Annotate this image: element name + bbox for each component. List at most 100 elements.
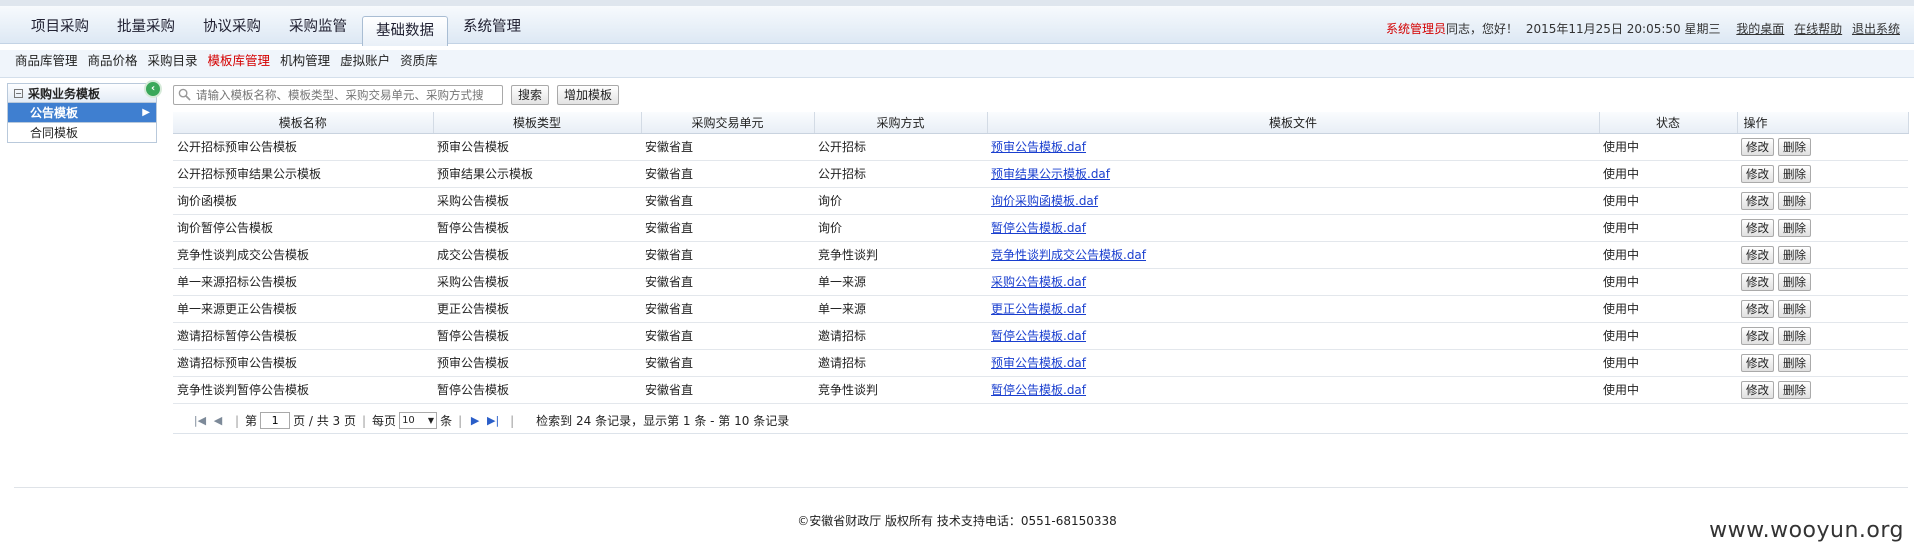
footer-copyright: ©安徽省财政厅 版权所有 技术支持电话：0551-68150338 xyxy=(797,514,1117,528)
cell-template-file: 暂停公告模板.daf xyxy=(987,214,1599,242)
per-page-suffix: 条 xyxy=(440,414,453,428)
table-row: 单一来源招标公告模板 采购公告模板 安徽省直 单一来源 采购公告模板.daf 使用中 修改删… xyxy=(173,268,1908,296)
cell-trading-unit: 安徽省直 xyxy=(641,295,814,323)
edit-button[interactable]: 修改 xyxy=(1741,137,1774,156)
sidebar-item-notice-template[interactable]: 公告模板 ▶ xyxy=(7,103,157,123)
cell-template-name: 公开招标预审公告模板 xyxy=(173,133,433,161)
cell-purchase-method: 邀请招标 xyxy=(814,322,987,350)
template-file-link[interactable]: 暂停公告模板.daf xyxy=(991,383,1086,397)
cell-template-file: 预审公告模板.daf xyxy=(987,349,1599,377)
cell-status: 使用中 xyxy=(1599,376,1737,404)
edit-button[interactable]: 修改 xyxy=(1741,245,1774,264)
edit-button[interactable]: 修改 xyxy=(1741,272,1774,291)
cell-template-type: 预审结果公示模板 xyxy=(433,160,641,188)
template-file-link[interactable]: 询价采购函模板.daf xyxy=(991,194,1098,208)
main-nav-system-management[interactable]: 系统管理 xyxy=(450,12,534,44)
edit-button[interactable]: 修改 xyxy=(1741,326,1774,345)
my-desktop-link[interactable]: 我的桌面 xyxy=(1736,22,1784,36)
template-file-link[interactable]: 预审结果公示模板.daf xyxy=(991,167,1110,181)
table-row: 竞争性谈判成交公告模板 成交公告模板 安徽省直 竞争性谈判 竞争性谈判成交公告模板.da… xyxy=(173,241,1908,269)
template-file-link[interactable]: 暂停公告模板.daf xyxy=(991,221,1086,235)
main-nav-project-purchase[interactable]: 项目采购 xyxy=(18,12,102,44)
sub-nav-product-price[interactable]: 商品价格 xyxy=(83,50,143,77)
template-file-link[interactable]: 更正公告模板.daf xyxy=(991,302,1086,316)
cell-template-file: 暂停公告模板.daf xyxy=(987,322,1599,350)
delete-button[interactable]: 删除 xyxy=(1778,299,1811,318)
user-greeting: 同志，您好！ xyxy=(1446,22,1519,36)
search-input[interactable] xyxy=(173,85,503,105)
cell-status: 使用中 xyxy=(1599,295,1737,323)
page-suffix: 页 / 共 3 页 xyxy=(293,414,356,428)
template-file-link[interactable]: 竞争性谈判成交公告模板.daf xyxy=(991,248,1146,262)
add-template-button[interactable]: 增加模板 xyxy=(557,85,620,105)
pager-separator: | xyxy=(235,413,240,428)
sub-nav-organization[interactable]: 机构管理 xyxy=(275,50,335,77)
column-header-template-file[interactable]: 模板文件 xyxy=(987,112,1600,134)
cell-template-type: 预审公告模板 xyxy=(433,133,641,161)
table-row: 询价暂停公告模板 暂停公告模板 安徽省直 询价 暂停公告模板.daf 使用中 修改 删除 xyxy=(173,214,1908,242)
next-page-icon[interactable]: ▶ xyxy=(468,414,482,427)
edit-button[interactable]: 修改 xyxy=(1741,353,1774,372)
collapse-sidebar-icon[interactable]: ‹ xyxy=(144,80,162,98)
edit-button[interactable]: 修改 xyxy=(1741,218,1774,237)
column-header-purchase-method[interactable]: 采购方式 xyxy=(814,112,988,134)
cell-template-file: 更正公告模板.daf xyxy=(987,295,1599,323)
page-prefix: 第 xyxy=(245,414,258,428)
search-icon xyxy=(178,88,191,101)
column-header-template-type[interactable]: 模板类型 xyxy=(433,112,642,134)
template-file-link[interactable]: 暂停公告模板.daf xyxy=(991,329,1086,343)
delete-button[interactable]: 删除 xyxy=(1778,164,1811,183)
sub-nav-purchase-catalog[interactable]: 采购目录 xyxy=(143,50,203,77)
sub-nav-product-library[interactable]: 商品库管理 xyxy=(10,50,83,77)
cell-purchase-method: 公开招标 xyxy=(814,160,987,188)
delete-button[interactable]: 删除 xyxy=(1778,191,1811,210)
edit-button[interactable]: 修改 xyxy=(1741,191,1774,210)
last-page-icon[interactable]: ▶| xyxy=(486,414,500,427)
search-button[interactable]: 搜索 xyxy=(511,85,550,105)
pager-separator: | xyxy=(458,413,463,428)
prev-page-icon[interactable]: ◀ xyxy=(211,414,225,427)
delete-button[interactable]: 删除 xyxy=(1778,245,1811,264)
sub-nav-template-library[interactable]: 模板库管理 xyxy=(203,50,276,77)
first-page-icon[interactable]: |◀ xyxy=(193,414,207,427)
page-number-input[interactable] xyxy=(260,412,291,429)
logout-link[interactable]: 退出系统 xyxy=(1852,22,1900,36)
sidebar-header[interactable]: − 采购业务模板 ‹ xyxy=(7,80,162,103)
edit-button[interactable]: 修改 xyxy=(1741,164,1774,183)
delete-button[interactable]: 删除 xyxy=(1778,380,1811,399)
cell-template-type: 更正公告模板 xyxy=(433,295,641,323)
per-page-select[interactable]: 10 ▼ xyxy=(399,412,438,429)
main-nav-purchase-supervision[interactable]: 采购监管 xyxy=(276,12,360,44)
delete-button[interactable]: 删除 xyxy=(1778,218,1811,237)
main-nav-batch-purchase[interactable]: 批量采购 xyxy=(104,12,188,44)
template-file-link[interactable]: 预审公告模板.daf xyxy=(991,356,1086,370)
sidebar-item-contract-template[interactable]: 合同模板 xyxy=(7,123,157,143)
column-header-trading-unit[interactable]: 采购交易单元 xyxy=(641,112,815,134)
cell-template-type: 暂停公告模板 xyxy=(433,376,641,404)
column-header-template-name[interactable]: 模板名称 xyxy=(173,112,434,134)
delete-button[interactable]: 删除 xyxy=(1778,137,1811,156)
edit-button[interactable]: 修改 xyxy=(1741,299,1774,318)
cell-template-name: 邀请招标预审公告模板 xyxy=(173,349,433,377)
delete-button[interactable]: 删除 xyxy=(1778,272,1811,291)
cell-template-name: 单一来源招标公告模板 xyxy=(173,268,433,296)
main-nav: 项目采购 批量采购 协议采购 采购监管 基础数据 系统管理 xyxy=(18,12,536,46)
online-help-link[interactable]: 在线帮助 xyxy=(1794,22,1842,36)
cell-actions: 修改 删除 xyxy=(1737,214,1908,242)
cell-template-file: 采购公告模板.daf xyxy=(987,268,1599,296)
edit-button[interactable]: 修改 xyxy=(1741,380,1774,399)
column-header-status[interactable]: 状态 xyxy=(1599,112,1738,134)
template-file-link[interactable]: 采购公告模板.daf xyxy=(991,275,1086,289)
table-header-row: 模板名称 模板类型 采购交易单元 采购方式 模板文件 状态 操作 xyxy=(173,112,1909,134)
sub-nav-virtual-account[interactable]: 虚拟账户 xyxy=(335,50,395,77)
template-file-link[interactable]: 预审公告模板.daf xyxy=(991,140,1086,154)
delete-button[interactable]: 删除 xyxy=(1778,326,1811,345)
cell-template-type: 预审公告模板 xyxy=(433,349,641,377)
delete-button[interactable]: 删除 xyxy=(1778,353,1811,372)
cell-trading-unit: 安徽省直 xyxy=(641,376,814,404)
collapse-tree-icon[interactable]: − xyxy=(14,88,23,98)
main-nav-basic-data[interactable]: 基础数据 xyxy=(362,16,448,46)
sub-nav-qualification-library[interactable]: 资质库 xyxy=(395,50,443,77)
cell-status: 使用中 xyxy=(1599,349,1737,377)
main-nav-agreement-purchase[interactable]: 协议采购 xyxy=(190,12,274,44)
